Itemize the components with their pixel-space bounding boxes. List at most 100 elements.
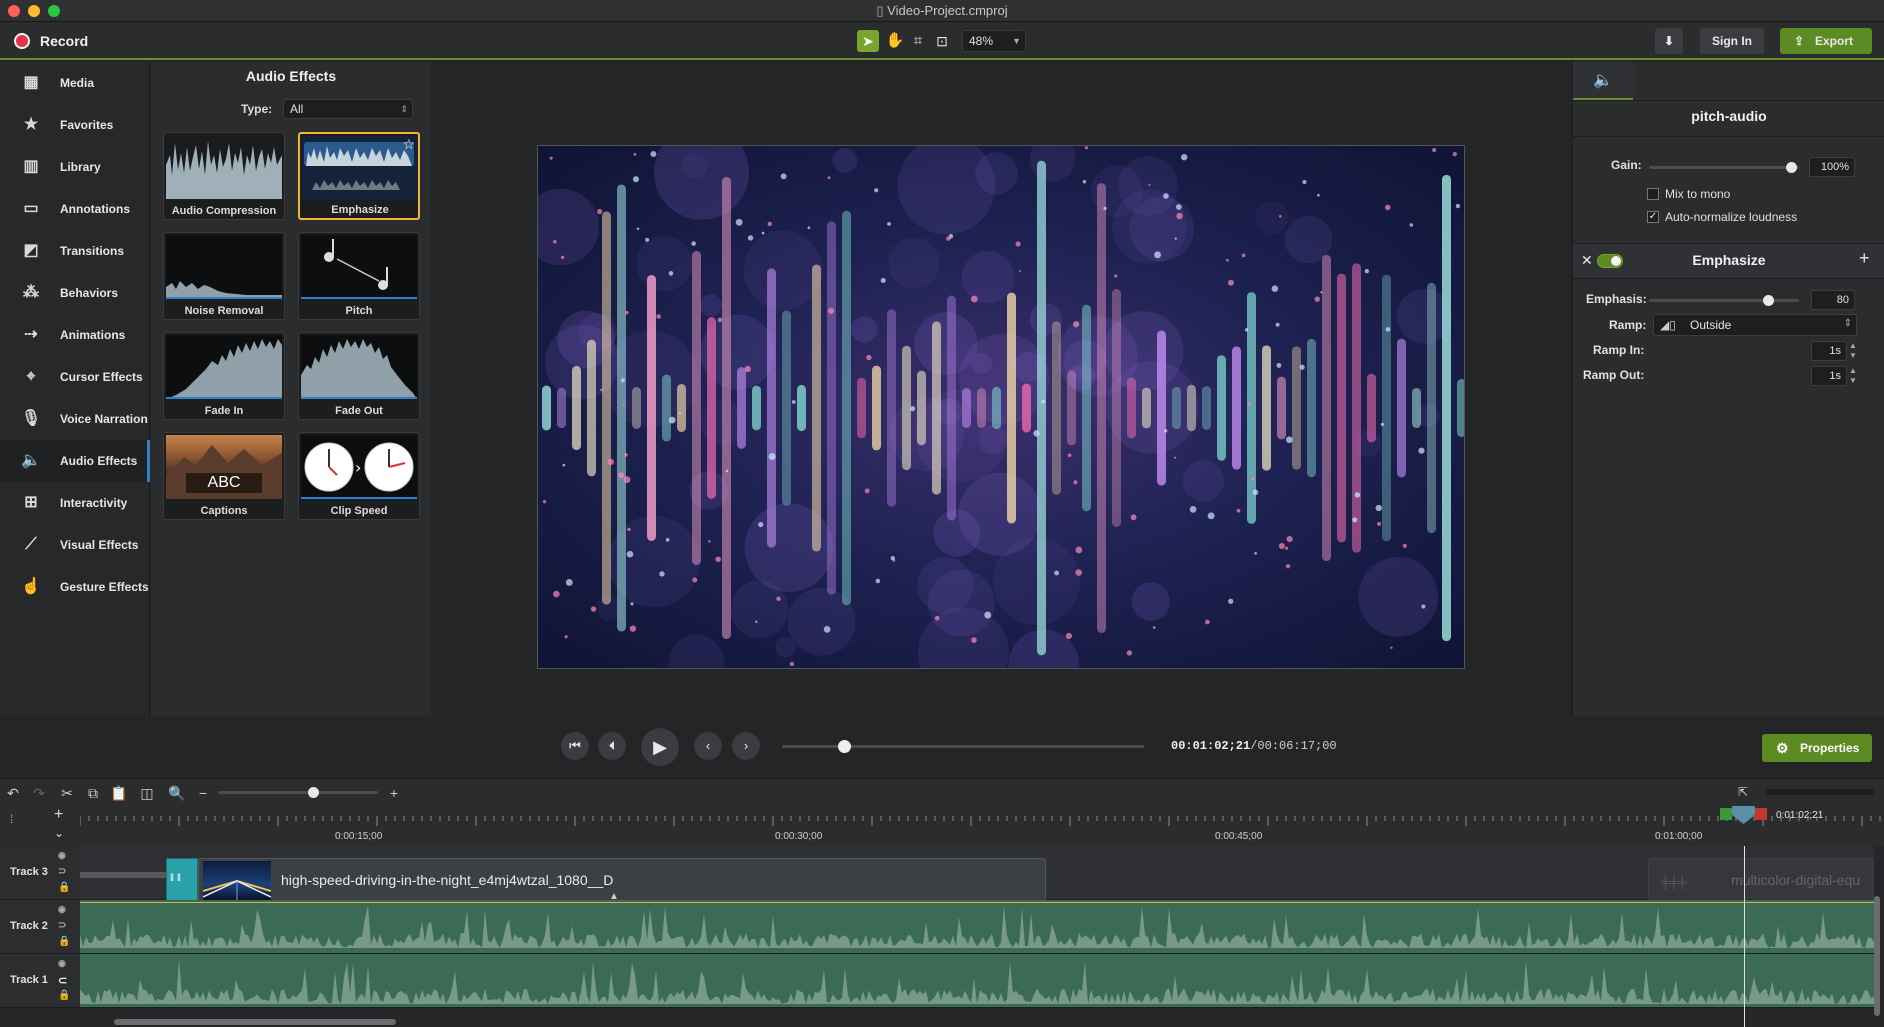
transition-clip[interactable]: ‖ ‖	[166, 858, 198, 902]
redo-icon[interactable]: ↷	[30, 785, 48, 802]
sidebar-item-annotations[interactable]: ▭ Annotations	[0, 188, 150, 230]
effect-tile-captions[interactable]: ABC Captions	[163, 432, 285, 520]
sign-in-button[interactable]: Sign In	[1700, 28, 1764, 54]
step-back-icon[interactable]: ⏮	[561, 732, 589, 760]
lock-icon[interactable]: 🔒	[58, 990, 70, 1001]
zoom-magnifier-icon[interactable]: 🔍	[168, 785, 186, 802]
zoom-out-minus-icon[interactable]: −	[194, 785, 212, 801]
sidebar-item-animations[interactable]: ⇢ Animations	[0, 314, 150, 356]
spectrum-bar	[662, 374, 671, 442]
sidebar-item-library[interactable]: ▥ Library	[0, 146, 150, 188]
sidebar-item-transitions[interactable]: ◩ Transitions	[0, 230, 150, 272]
sidebar-item-cursor-effects[interactable]: ⌖ Cursor Effects	[0, 356, 150, 398]
effect-tile-clip-speed[interactable]: › Clip Speed	[298, 432, 420, 520]
timeline-zoom-slider[interactable]	[218, 787, 378, 798]
ramp-in-field[interactable]: 1s	[1811, 341, 1847, 361]
split-icon[interactable]: ◫	[138, 785, 156, 802]
sidebar-item-interactivity[interactable]: ⊞ Interactivity	[0, 482, 150, 524]
sidebar-item-gesture-effects[interactable]: ☝ Gesture Effects	[0, 566, 150, 608]
favorite-star-icon[interactable]: ☆	[402, 136, 415, 153]
pan-hand-icon[interactable]: ✋	[884, 30, 906, 52]
lock-icon[interactable]: 🔒	[58, 882, 70, 893]
previous-frame-icon[interactable]: ⏴	[598, 732, 626, 760]
type-select[interactable]: All ⇕	[283, 99, 413, 119]
mix-to-mono-checkbox[interactable]	[1647, 188, 1659, 200]
ramp-out-field[interactable]: 1s	[1811, 366, 1847, 386]
lock-icon[interactable]: 🔒	[58, 936, 70, 947]
sidebar-item-voice-narration[interactable]: 🎙 Voice Narration	[0, 398, 150, 440]
next-marker-icon[interactable]: ›	[732, 732, 760, 760]
effect-tile-pitch[interactable]: Pitch	[298, 232, 420, 320]
effect-tile-emphasize[interactable]: ☆ Emphasize	[298, 132, 420, 220]
video-preview[interactable]	[537, 145, 1465, 669]
scrub-knob[interactable]	[837, 740, 851, 753]
track-drag-handle-icon[interactable]: ⁞	[10, 812, 13, 826]
magnet-icon[interactable]: ⊃	[58, 920, 66, 931]
sidebar-item-audio-effects[interactable]: 🔈 Audio Effects	[0, 440, 150, 482]
undo-icon[interactable]: ↶	[4, 785, 22, 802]
crop-icon[interactable]: ⌗	[907, 30, 929, 52]
ramp-select[interactable]: ◢▯ Outside ⇕	[1653, 314, 1857, 336]
timeline-overview-bar[interactable]	[1766, 789, 1874, 795]
sidebar-item-visual-effects[interactable]: ⟋ Visual Effects	[0, 524, 150, 566]
timeline-zoom-knob[interactable]	[308, 787, 319, 798]
emphasis-slider-knob[interactable]	[1763, 295, 1774, 306]
export-button[interactable]: ⇪ Export	[1780, 28, 1872, 54]
eye-visibility-icon[interactable]: ◉	[58, 850, 66, 861]
detach-timeline-icon[interactable]: ⇱	[1734, 785, 1752, 799]
add-track-plus-icon[interactable]: +	[54, 806, 63, 824]
minimize-window-button[interactable]	[28, 5, 40, 17]
zoom-in-plus-icon[interactable]: +	[385, 785, 403, 801]
effect-tile-fade-in[interactable]: Fade In	[163, 332, 285, 420]
sidebar-item-favorites[interactable]: ★ Favorites	[0, 104, 150, 146]
track-header-2[interactable]: Track 2 ◉ ⊃ 🔒	[0, 900, 80, 954]
collapse-tracks-chevron-icon[interactable]: ⌄	[54, 826, 64, 840]
video-clip[interactable]: high-speed-driving-in-the-night_e4mj4wtz…	[198, 858, 1046, 904]
scrub-bar[interactable]	[782, 740, 1144, 753]
properties-button[interactable]: ⚙ Properties	[1762, 734, 1872, 762]
eye-visibility-icon[interactable]: ◉	[58, 904, 66, 915]
magnet-icon[interactable]: ⊃	[58, 866, 66, 877]
emphasis-slider[interactable]	[1649, 295, 1799, 306]
ramp-out-stepper-icon[interactable]: ▲ ▼	[1849, 366, 1857, 386]
auto-normalize-checkbox[interactable]: ✓	[1647, 211, 1659, 223]
cut-scissors-icon[interactable]: ✂	[58, 785, 76, 802]
eye-visibility-icon[interactable]: ◉	[58, 958, 66, 969]
gain-slider-knob[interactable]	[1785, 162, 1797, 173]
copy-icon[interactable]: ⧉	[84, 785, 102, 802]
previous-marker-icon[interactable]: ‹	[694, 732, 722, 760]
download-icon[interactable]: ⬇	[1655, 28, 1683, 54]
zoom-select[interactable]: 48% ▼	[962, 30, 1026, 52]
time-display: 00:01:02;21/00:06:17;00	[1171, 739, 1337, 753]
audio-clip-track-2[interactable]	[80, 900, 1874, 954]
zoom-window-button[interactable]	[48, 5, 60, 17]
vertical-scrollbar[interactable]	[1874, 896, 1880, 1016]
select-tool-icon[interactable]: ➤	[857, 30, 879, 52]
play-icon[interactable]: ▶	[641, 728, 679, 766]
fit-canvas-icon[interactable]: ⊡	[931, 30, 953, 52]
track-header-3[interactable]: Track 3 ◉ ⊃ 🔒	[0, 846, 80, 900]
gain-value-field[interactable]: 100%	[1809, 157, 1855, 177]
effect-tile-fade-out[interactable]: Fade Out	[298, 332, 420, 420]
effect-tile-noise-removal[interactable]: Noise Removal	[163, 232, 285, 320]
effect-tile-audio-compression[interactable]: Audio Compression	[163, 132, 285, 220]
volume-line[interactable]	[80, 902, 1874, 903]
timeline-ruler[interactable]: 0:00:15;00 0:00:30;00 0:00:45;00 0:01:00…	[79, 806, 1884, 846]
track-header-1[interactable]: Track 1 ◉ ⊂ 🔒	[0, 954, 80, 1008]
emphasis-value-field[interactable]: 80	[1811, 290, 1855, 310]
ramp-in-stepper-icon[interactable]: ▲ ▼	[1849, 341, 1857, 361]
magnet-icon[interactable]: ⊂	[58, 974, 67, 987]
audio-clip-track-1[interactable]	[80, 954, 1874, 1008]
add-effect-plus-icon[interactable]: +	[1859, 248, 1870, 269]
selection-start-marker[interactable]	[1720, 808, 1732, 820]
sidebar-item-behaviors[interactable]: ⁂ Behaviors	[0, 272, 150, 314]
paste-icon[interactable]: 📋	[110, 785, 128, 802]
selection-end-marker[interactable]	[1755, 808, 1767, 820]
horizontal-scrollbar[interactable]	[114, 1019, 396, 1025]
ghost-clip[interactable]: ╪╪╪ multicolor-digital-equ	[1648, 858, 1874, 904]
record-button[interactable]: Record	[40, 33, 88, 49]
sidebar-item-media[interactable]: ▦ Media	[0, 62, 150, 104]
gain-slider[interactable]	[1649, 162, 1799, 173]
audio-properties-tab-icon[interactable]: 🔈	[1573, 62, 1633, 100]
close-window-button[interactable]	[8, 5, 20, 17]
